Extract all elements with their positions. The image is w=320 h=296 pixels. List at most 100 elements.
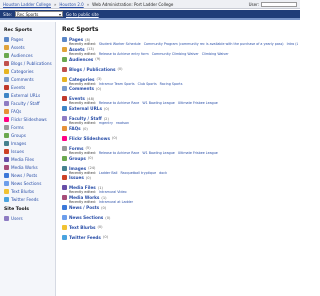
content-type-link[interactable]: News Sections — [69, 215, 103, 220]
sidebar-item-label: Events — [11, 84, 26, 90]
sidebar-item-label: Twitter Feeds — [11, 196, 39, 202]
recent-item-link[interactable]: Release to Achieve entry form — [99, 52, 149, 56]
content-type-row: Images (24) Recently edited: Ladder Ball Rac… — [62, 165, 298, 176]
content-type-link[interactable]: Blogs / Publications — [69, 67, 115, 72]
item-count: (0) — [102, 235, 109, 240]
recent-item-link[interactable]: Community Climbing Waiver — [152, 52, 199, 56]
recent-item-link[interactable]: Racquetball tryptique — [120, 171, 156, 175]
sidebar-item-issues[interactable]: Issues — [0, 147, 55, 155]
recent-item-link[interactable]: mgentry — [99, 121, 113, 125]
sidebar-item-label: Forms — [11, 124, 24, 130]
recently-edited-label: Recently edited: — [69, 190, 96, 195]
top-bar: Houston Ladder College » Houston 2.0 » W… — [0, 0, 300, 9]
item-count: (1) — [97, 185, 103, 190]
sidebar-item-external-urls[interactable]: External URLs — [0, 91, 55, 99]
content-type-link[interactable]: External URLs — [69, 106, 102, 111]
content-type-link[interactable]: News / Posts — [69, 205, 99, 210]
recent-item-link[interactable]: Community Program (community rec is avai… — [144, 42, 284, 46]
link-icon — [4, 92, 9, 98]
recently-edited: Recently edited: Ladder Ball Racquetball t… — [62, 171, 298, 175]
content-type-link[interactable]: Twitter Feeds — [69, 235, 101, 240]
site-select[interactable]: Rec Sports ▾ — [15, 11, 64, 17]
recent-item-link[interactable]: Club Sports — [138, 82, 157, 86]
recent-item-link[interactable]: Ladder Ball — [99, 171, 118, 175]
sidebar-item-forms[interactable]: Forms — [0, 123, 55, 131]
recent-item-link[interactable]: Intramural Video — [99, 190, 127, 194]
sidebar-item-assets[interactable]: Assets — [0, 43, 55, 51]
recent-item-link[interactable]: Release to Achieve Race — [99, 151, 139, 155]
recent-item-link[interactable]: Intro (Ladder students and staff only) — [287, 42, 298, 46]
content-type-link[interactable]: Issues — [69, 175, 84, 180]
recently-edited: Recently edited: Intramur Team Sports Club… — [62, 82, 298, 86]
breadcrumb-link-houston[interactable]: Houston 2.0 — [59, 2, 83, 7]
recent-item-link[interactable]: Intramural at Ladder — [99, 200, 133, 204]
sidebar-item-media-works[interactable]: Media Works — [0, 163, 55, 171]
sidebar-tool-users[interactable]: Users — [0, 214, 55, 222]
faq-icon — [62, 126, 67, 132]
sidebar-item-flickr-slideshows[interactable]: Flickr Slideshows — [0, 115, 55, 123]
faq-icon — [4, 108, 9, 114]
recent-item-link[interactable]: Racing Sports — [160, 82, 183, 86]
content-type-row: Comments (0) — [62, 86, 298, 96]
blog-icon — [4, 60, 9, 66]
sidebar-item-label: News / Posts — [11, 172, 38, 178]
recent-item-link[interactable]: rwatson — [116, 121, 129, 125]
user-label: User: — [248, 1, 259, 7]
recent-item-link[interactable]: Release to Achieve Race — [99, 101, 139, 105]
section-icon — [4, 180, 9, 186]
sidebar-item-pages[interactable]: Pages — [0, 35, 55, 43]
works-icon — [4, 164, 9, 170]
recent-item-link[interactable]: W1 Bowling League — [142, 101, 174, 105]
row-header: Blogs / Publications (0) — [62, 66, 298, 72]
content-type-link[interactable]: Flickr Slideshows — [69, 136, 110, 141]
sidebar-item-label: Images — [11, 140, 27, 146]
sidebar-item-label: Flickr Slideshows — [11, 116, 47, 122]
content-type-row: Assets (13) Recently edited: Release to Ach… — [62, 46, 298, 57]
content-type-link[interactable]: Text Blurbs — [69, 225, 95, 230]
sidebar-item-news-sections[interactable]: News Sections — [0, 179, 55, 187]
site-selector-bar: Site: Rec Sports ▾ Go to public site — [0, 10, 300, 20]
sidebar-item-events[interactable]: Events — [0, 83, 55, 91]
recent-item-link[interactable]: Intramur Team Sports — [99, 82, 135, 86]
go-to-public-site-link[interactable]: Go to public site — [66, 12, 99, 17]
sidebar-item-media-files[interactable]: Media Files — [0, 155, 55, 163]
content-type-link[interactable]: FAQs — [69, 126, 81, 131]
recent-item-link[interactable]: Climbing Waiver — [202, 52, 229, 56]
content-type-link[interactable]: Comments — [69, 86, 94, 91]
recently-edited-label: Recently edited: — [69, 51, 96, 56]
sidebar-item-news-posts[interactable]: News / Posts — [0, 171, 55, 179]
content-type-link[interactable]: Audiences — [69, 57, 93, 62]
sidebar-item-label: Categories — [11, 68, 34, 74]
sidebar-item-label: Audiences — [11, 52, 33, 58]
recently-edited: Recently edited: Release to Achieve Race W… — [62, 101, 298, 105]
sidebar-item-text-blurbs[interactable]: Text Blurbs — [0, 187, 55, 195]
recent-item-link[interactable]: dock — [159, 171, 167, 175]
form-icon — [4, 124, 9, 130]
recent-item-link[interactable]: Ultimate Frisbee League — [178, 101, 218, 105]
sidebar-item-twitter-feeds[interactable]: Twitter Feeds — [0, 195, 55, 203]
recently-edited-label: Recently edited: — [69, 42, 96, 46]
content-type-link[interactable]: Groups — [69, 156, 86, 161]
recent-item-link[interactable]: W1 Bowling League — [142, 151, 174, 155]
sidebar-item-groups[interactable]: Groups — [0, 131, 55, 139]
breadcrumb-link-college[interactable]: Houston Ladder College — [3, 2, 51, 7]
content-type-row: Issues (0) — [62, 175, 298, 185]
sidebar-item-images[interactable]: Images — [0, 139, 55, 147]
content-type-row: Media Files (1) Recently edited: Intramural… — [62, 185, 298, 195]
content-type-row: Forms (5) Recently edited: Release to Achie… — [62, 145, 298, 156]
item-count: (0) — [97, 225, 103, 230]
sidebar-item-categories[interactable]: Categories — [0, 67, 55, 75]
sidebar-item-blogs-publications[interactable]: Blogs / Publications — [0, 59, 55, 67]
sidebar-item-faqs[interactable]: FAQs — [0, 107, 55, 115]
sidebar-item-faculty-staff[interactable]: Faculty / Staff — [0, 99, 55, 107]
recently-edited: Recently edited: mgentry rwatson — [62, 121, 298, 125]
recently-edited-label: Recently edited: — [69, 121, 96, 126]
user-select[interactable] — [261, 1, 297, 7]
sidebar-item-audiences[interactable]: Audiences — [0, 51, 55, 59]
twitter-icon — [4, 196, 9, 202]
recent-item-link[interactable]: Student Worker Schedule — [99, 42, 141, 46]
person-icon — [4, 100, 9, 106]
sidebar-item-comments[interactable]: Comments — [0, 75, 55, 83]
recent-item-link[interactable]: Ultimate Frisbee League — [178, 151, 218, 155]
recently-edited: Recently edited: Student Worker Schedule C… — [62, 42, 298, 46]
